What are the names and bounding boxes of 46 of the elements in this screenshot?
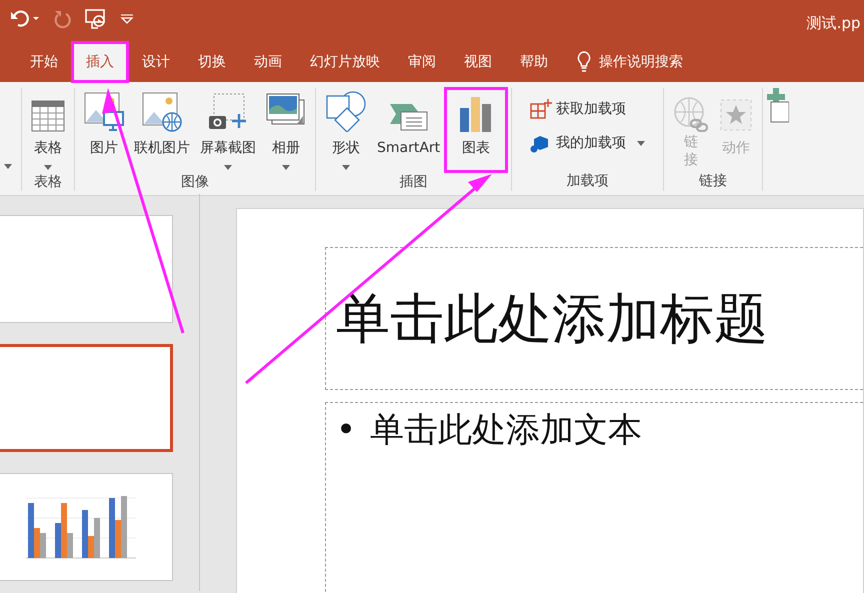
camera-screenshot-icon — [208, 92, 248, 132]
chart-button[interactable]: 图表 — [445, 88, 508, 172]
group-label: 插图 — [398, 173, 429, 192]
ribbon-tab[interactable]: 动画 — [240, 42, 296, 82]
slide-thumbnail[interactable] — [0, 473, 173, 581]
tell-me-search[interactable]: 操作说明搜索 — [599, 52, 683, 72]
get-addins-button[interactable]: 获取加载项 — [526, 95, 650, 123]
group-label: 图像 — [180, 173, 210, 192]
my-addins-button[interactable]: 我的加载项 — [526, 130, 650, 157]
content-placeholder[interactable]: • 单击此处添加文本 — [325, 402, 863, 593]
smartart-button[interactable]: SmartArt — [372, 88, 446, 172]
slide-thumbnail[interactable] — [0, 215, 173, 323]
ribbon-tab[interactable]: 切换 — [184, 42, 240, 82]
caret-icon — [4, 164, 12, 169]
album-button[interactable]: 相册 — [261, 88, 311, 172]
body-placeholder[interactable]: 单击此处添加文本 — [370, 405, 642, 456]
lightbulb-icon — [576, 50, 592, 74]
shapes-button[interactable]: 形状 — [320, 88, 372, 172]
ribbon-tab[interactable]: 视图 — [450, 42, 506, 82]
online-picture-button[interactable]: 联机图片 — [129, 88, 195, 172]
globe-picture-icon — [142, 92, 182, 132]
screenshot-button[interactable]: 屏幕截图 — [195, 88, 261, 172]
shapes-icon — [325, 90, 367, 132]
customize-icon — [120, 14, 134, 24]
presentation-icon — [84, 8, 108, 30]
undo-icon — [10, 8, 40, 28]
ribbon-tab[interactable]: 插入 — [72, 42, 128, 82]
redo-icon — [52, 8, 72, 28]
table-icon — [31, 100, 65, 132]
star-action-icon — [719, 98, 754, 132]
bullet: • — [336, 409, 356, 452]
ribbon-tab[interactable]: 幻灯片放映 — [296, 42, 394, 82]
ribbon-tab[interactable]: 审阅 — [394, 42, 450, 82]
globe-link-icon — [673, 96, 710, 132]
group-label: 加载项 — [566, 172, 610, 191]
title-placeholder[interactable]: 单击此处添加标题 — [325, 247, 863, 390]
window-title: 测试.pp — [806, 12, 860, 34]
group-label: 链接 — [698, 172, 728, 191]
bar-chart-icon — [459, 96, 494, 132]
group-label: 表格 — [33, 173, 63, 192]
ribbon-tab[interactable]: 帮助 — [506, 42, 562, 82]
ribbon-tab[interactable]: 开始 — [16, 42, 72, 82]
slide-thumbnail[interactable] — [0, 344, 173, 452]
ribbon-tab[interactable]: 设计 — [128, 42, 184, 82]
store-grid-icon — [530, 98, 552, 120]
table-button[interactable]: 表格 — [26, 88, 70, 172]
